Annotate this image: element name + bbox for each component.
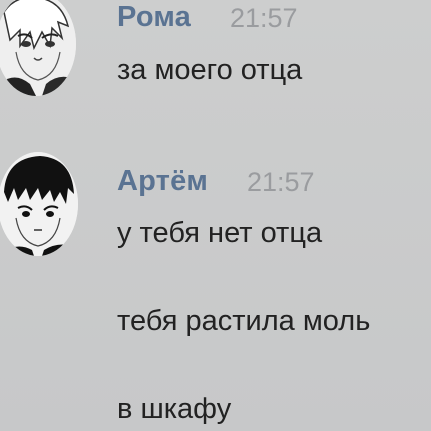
message-text: тебя растила моль (117, 305, 371, 337)
message-text: за моего отца (117, 54, 303, 86)
message-timestamp: 21:57 (230, 3, 298, 33)
message-text: у тебя нет отца (117, 217, 323, 249)
message-timestamp: 21:57 (247, 167, 315, 197)
message-text: в шкафу (117, 393, 232, 425)
manga-portrait-dark-hair-icon (0, 152, 78, 256)
chat-history: Рома 21:57 за моего отца Артём 21:57 у т… (0, 0, 431, 431)
avatar-artyom[interactable] (0, 152, 78, 256)
message-author[interactable]: Рома (117, 1, 191, 34)
message-author[interactable]: Артём (117, 165, 208, 198)
manga-portrait-light-hair-icon (0, 0, 76, 96)
avatar-roma[interactable] (0, 0, 76, 96)
